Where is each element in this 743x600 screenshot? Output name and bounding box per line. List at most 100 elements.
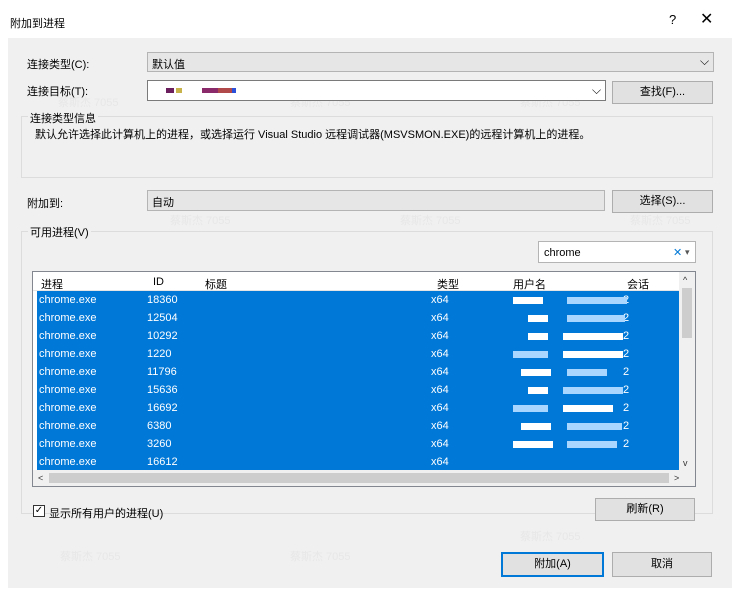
process-id: 1220 — [147, 348, 172, 360]
title-bar: 附加到进程 ? ✕ — [0, 0, 743, 38]
redacted-block — [521, 369, 551, 376]
scroll-left-icon[interactable]: < — [38, 473, 43, 483]
redacted-block — [166, 88, 174, 93]
attach-to-field: 自动 — [147, 190, 605, 211]
vertical-scrollbar[interactable]: ^ v — [679, 272, 695, 472]
column-header-username[interactable]: 用户名 — [513, 276, 546, 292]
scrollbar-thumb[interactable] — [49, 473, 669, 483]
process-id: 11796 — [147, 366, 177, 378]
process-id: 16612 — [147, 456, 178, 468]
connection-type-label: 连接类型(C): — [27, 59, 90, 71]
scroll-down-icon[interactable]: v — [683, 458, 688, 468]
column-header-session[interactable]: 会话 — [627, 276, 649, 292]
redacted-block — [513, 351, 548, 358]
process-id: 10292 — [147, 330, 178, 342]
process-id: 15636 — [147, 384, 178, 396]
process-type: x64 — [431, 420, 449, 432]
checkmark-icon: ✓ — [34, 505, 44, 516]
connection-target-label: 连接目标(T): — [27, 86, 89, 98]
process-name: chrome.exe — [39, 438, 97, 450]
select-button[interactable]: 选择(S)... — [612, 190, 713, 213]
show-all-users-checkbox[interactable]: ✓ — [33, 505, 45, 517]
process-name: chrome.exe — [39, 420, 97, 432]
process-id: 3260 — [147, 438, 172, 450]
redacted-block — [567, 297, 627, 304]
connection-type-select[interactable]: 默认值 ⌵ — [147, 52, 714, 72]
process-type: x64 — [431, 294, 449, 306]
redacted-block — [567, 423, 622, 430]
process-session: 2 — [623, 330, 630, 342]
window-title: 附加到进程 — [10, 18, 65, 30]
connection-info-title: 连接类型信息 — [28, 110, 98, 126]
show-all-users-label[interactable]: 显示所有用户的进程(U) — [49, 505, 163, 521]
process-id: 16692 — [147, 402, 178, 414]
column-header-title[interactable]: 标题 — [205, 276, 227, 292]
redacted-block — [218, 88, 232, 93]
redacted-block — [563, 351, 623, 358]
scrollbar-thumb[interactable] — [682, 288, 692, 338]
process-name: chrome.exe — [39, 456, 97, 468]
redacted-block — [567, 441, 617, 448]
chevron-down-icon: ⌵ — [700, 54, 710, 68]
connection-target-combo[interactable]: ⌵ — [147, 80, 606, 101]
process-session: 2 — [623, 384, 630, 396]
process-session: 2 — [623, 420, 630, 432]
process-type: x64 — [431, 366, 449, 378]
watermark: 蔡斯杰 7055 — [170, 215, 231, 227]
column-header-id[interactable]: ID — [153, 276, 164, 288]
horizontal-scrollbar[interactable]: < > — [33, 470, 695, 486]
process-name: chrome.exe — [39, 312, 97, 324]
clear-filter-icon[interactable]: ✕ — [673, 246, 682, 259]
process-id: 18360 — [147, 294, 178, 306]
process-type: x64 — [431, 330, 449, 342]
redacted-block — [563, 387, 623, 394]
watermark: 蔡斯杰 7055 — [60, 551, 121, 563]
table-header: 进程 ID 标题 类型 用户名 会话 — [33, 272, 683, 291]
watermark: 蔡斯杰 7055 — [400, 215, 461, 227]
redacted-block — [528, 387, 548, 394]
redacted-block — [563, 333, 623, 340]
process-type: x64 — [431, 384, 449, 396]
table-row[interactable]: chrome.exe 16612 x64 — [37, 453, 679, 471]
process-session: 2 — [623, 402, 630, 414]
attach-to-value: 自动 — [152, 197, 174, 209]
find-button[interactable]: 查找(F)... — [612, 81, 713, 104]
cancel-button[interactable]: 取消 — [612, 552, 712, 577]
redacted-block — [528, 333, 548, 340]
watermark: 蔡斯杰 7055 — [290, 551, 351, 563]
redacted-block — [567, 369, 607, 376]
process-name: chrome.exe — [39, 330, 97, 342]
redacted-block — [176, 88, 182, 93]
process-table[interactable]: 进程 ID 标题 类型 用户名 会话 chrome.exe 18360 x64 … — [32, 271, 696, 487]
close-icon[interactable]: ✕ — [700, 9, 713, 29]
filter-dropdown-icon[interactable]: ▾ — [685, 247, 690, 258]
redacted-block — [521, 423, 551, 430]
refresh-button[interactable]: 刷新(R) — [595, 498, 695, 521]
process-id: 12504 — [147, 312, 178, 324]
connection-info-text: 默认允许选择此计算机上的进程，或选择运行 Visual Studio 远程调试器… — [35, 129, 591, 141]
redacted-block — [567, 315, 625, 322]
redacted-block — [528, 315, 548, 322]
scroll-right-icon[interactable]: > — [674, 473, 679, 483]
process-name: chrome.exe — [39, 384, 97, 396]
redacted-block — [513, 297, 543, 304]
connection-type-value: 默认值 — [152, 59, 185, 71]
process-type: x64 — [431, 312, 449, 324]
process-name: chrome.exe — [39, 402, 97, 414]
available-processes-title: 可用进程(V) — [28, 224, 91, 240]
process-type: x64 — [431, 402, 449, 414]
redacted-block — [563, 405, 613, 412]
process-type: x64 — [431, 348, 449, 360]
process-session: 2 — [623, 438, 630, 450]
redacted-block — [513, 405, 548, 412]
process-type: x64 — [431, 456, 449, 468]
help-icon[interactable]: ? — [669, 12, 676, 27]
column-header-process[interactable]: 进程 — [41, 276, 63, 292]
chevron-down-icon[interactable]: ⌵ — [592, 83, 601, 98]
filter-value: chrome — [544, 247, 581, 259]
scroll-up-icon[interactable]: ^ — [683, 275, 687, 285]
process-session: 2 — [623, 366, 630, 378]
column-header-type[interactable]: 类型 — [437, 276, 459, 292]
attach-button[interactable]: 附加(A) — [501, 552, 604, 577]
filter-input[interactable]: chrome ✕ ▾ — [538, 241, 696, 263]
